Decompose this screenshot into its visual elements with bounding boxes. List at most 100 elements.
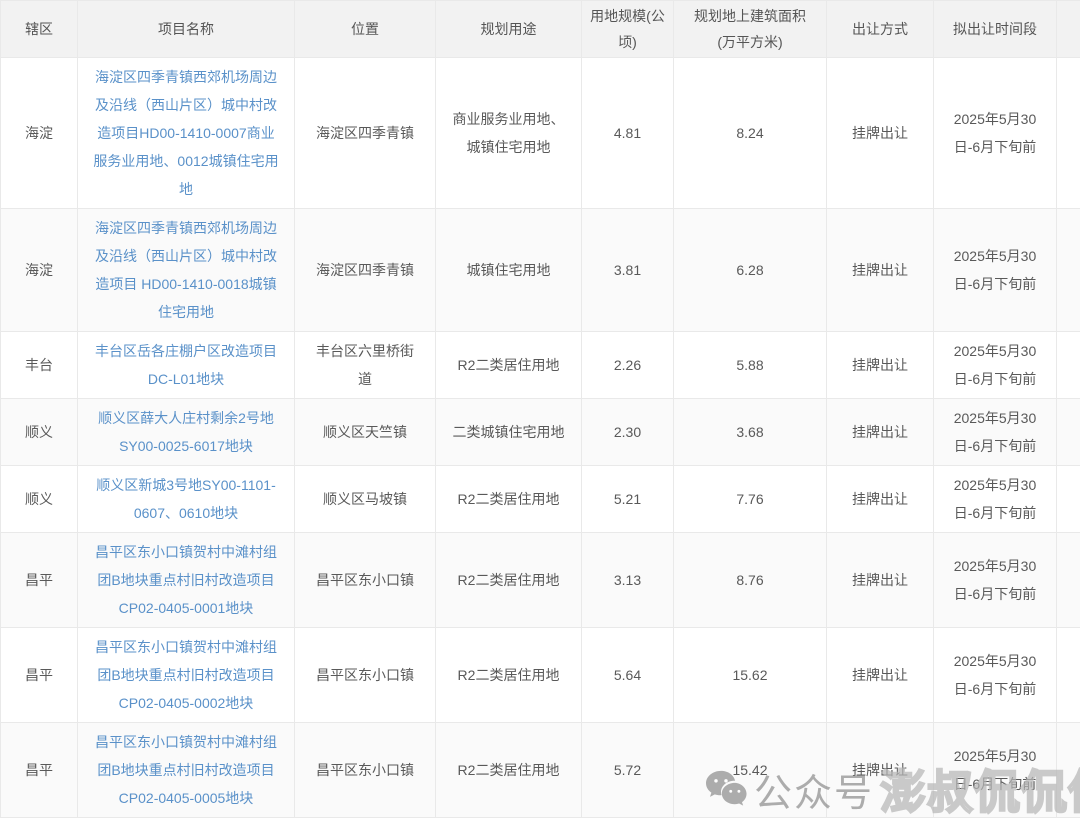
cell-method: 挂牌出让 xyxy=(827,209,934,332)
project-link[interactable]: 昌平区东小口镇贺村中滩村组团B地块重点村旧村改造项目CP02-0405-0002… xyxy=(95,639,277,711)
cell-round: 2025年第五轮 xyxy=(1057,723,1080,818)
cell-method: 挂牌出让 xyxy=(827,399,934,466)
cell-location: 海淀区四季青镇 xyxy=(295,58,436,209)
cell-location: 昌平区东小口镇 xyxy=(295,628,436,723)
column-header-method: 出让方式 xyxy=(827,1,934,58)
project-link[interactable]: 海淀区四季青镇西郊机场周边及沿线（西山片区）城中村改造项目HD00-1410-0… xyxy=(93,69,278,197)
cell-period: 2025年5月30日-6月下旬前 xyxy=(934,628,1057,723)
table-body: 海淀海淀区四季青镇西郊机场周边及沿线（西山片区）城中村改造项目HD00-1410… xyxy=(1,58,1080,818)
cell-gfa: 6.28 xyxy=(674,209,827,332)
cell-period: 2025年5月30日-6月下旬前 xyxy=(934,533,1057,628)
table-row: 昌平昌平区东小口镇贺村中滩村组团B地块重点村旧村改造项目CP02-0405-00… xyxy=(1,628,1080,723)
cell-round: 2025年第五轮 xyxy=(1057,466,1080,533)
cell-area: 3.81 xyxy=(582,209,674,332)
cell-method: 挂牌出让 xyxy=(827,58,934,209)
project-link[interactable]: 海淀区四季青镇西郊机场周边及沿线（西山片区）城中村改造项目 HD00-1410-… xyxy=(95,220,277,320)
cell-gfa: 15.42 xyxy=(674,723,827,818)
cell-gfa: 3.68 xyxy=(674,399,827,466)
column-header-area: 用地规模(公顷) xyxy=(582,1,674,58)
cell-district: 昌平 xyxy=(1,628,78,723)
cell-use: 商业服务业用地、城镇住宅用地 xyxy=(436,58,582,209)
cell-project: 昌平区东小口镇贺村中滩村组团B地块重点村旧村改造项目CP02-0405-0001… xyxy=(78,533,295,628)
project-link[interactable]: 顺义区薛大人庄村剩余2号地SY00-0025-6017地块 xyxy=(98,410,274,454)
cell-use: R2二类居住用地 xyxy=(436,533,582,628)
cell-project: 海淀区四季青镇西郊机场周边及沿线（西山片区）城中村改造项目HD00-1410-0… xyxy=(78,58,295,209)
cell-location: 丰台区六里桥街道 xyxy=(295,332,436,399)
cell-use: R2二类居住用地 xyxy=(436,628,582,723)
cell-project: 丰台区岳各庄棚户区改造项目DC-L01地块 xyxy=(78,332,295,399)
cell-method: 挂牌出让 xyxy=(827,466,934,533)
cell-district: 昌平 xyxy=(1,723,78,818)
table-row: 丰台丰台区岳各庄棚户区改造项目DC-L01地块丰台区六里桥街道R2二类居住用地2… xyxy=(1,332,1080,399)
cell-area: 2.26 xyxy=(582,332,674,399)
column-header-location: 位置 xyxy=(295,1,436,58)
cell-district: 丰台 xyxy=(1,332,78,399)
column-header-use: 规划用途 xyxy=(436,1,582,58)
cell-gfa: 8.24 xyxy=(674,58,827,209)
cell-period: 2025年5月30日-6月下旬前 xyxy=(934,723,1057,818)
cell-period: 2025年5月30日-6月下旬前 xyxy=(934,399,1057,466)
cell-area: 4.81 xyxy=(582,58,674,209)
cell-method: 挂牌出让 xyxy=(827,723,934,818)
cell-district: 海淀 xyxy=(1,209,78,332)
cell-round: 2025年第五轮 xyxy=(1057,533,1080,628)
project-link[interactable]: 丰台区岳各庄棚户区改造项目DC-L01地块 xyxy=(95,343,277,387)
project-link[interactable]: 顺义区新城3号地SY00-1101-0607、0610地块 xyxy=(96,477,275,521)
cell-use: R2二类居住用地 xyxy=(436,723,582,818)
table-row: 顺义顺义区薛大人庄村剩余2号地SY00-0025-6017地块顺义区天竺镇二类城… xyxy=(1,399,1080,466)
table-row: 昌平昌平区东小口镇贺村中滩村组团B地块重点村旧村改造项目CP02-0405-00… xyxy=(1,533,1080,628)
cell-round: 2025年第五轮 xyxy=(1057,209,1080,332)
table-row: 顺义顺义区新城3号地SY00-1101-0607、0610地块顺义区马坡镇R2二… xyxy=(1,466,1080,533)
cell-period: 2025年5月30日-6月下旬前 xyxy=(934,332,1057,399)
cell-period: 2025年5月30日-6月下旬前 xyxy=(934,466,1057,533)
table-header: 辖区项目名称位置规划用途用地规模(公顷)规划地上建筑面积(万平方米)出让方式拟出… xyxy=(1,1,1080,58)
cell-project: 顺义区薛大人庄村剩余2号地SY00-0025-6017地块 xyxy=(78,399,295,466)
project-link[interactable]: 昌平区东小口镇贺村中滩村组团B地块重点村旧村改造项目CP02-0405-0001… xyxy=(95,544,277,616)
cell-gfa: 8.76 xyxy=(674,533,827,628)
cell-area: 5.21 xyxy=(582,466,674,533)
cell-location: 昌平区东小口镇 xyxy=(295,723,436,818)
cell-gfa: 5.88 xyxy=(674,332,827,399)
cell-project: 顺义区新城3号地SY00-1101-0607、0610地块 xyxy=(78,466,295,533)
cell-project: 昌平区东小口镇贺村中滩村组团B地块重点村旧村改造项目CP02-0405-0002… xyxy=(78,628,295,723)
cell-area: 2.30 xyxy=(582,399,674,466)
cell-use: 二类城镇住宅用地 xyxy=(436,399,582,466)
cell-round: 2025年第五轮 xyxy=(1057,399,1080,466)
land-auction-table: 辖区项目名称位置规划用途用地规模(公顷)规划地上建筑面积(万平方米)出让方式拟出… xyxy=(0,0,1080,818)
cell-period: 2025年5月30日-6月下旬前 xyxy=(934,58,1057,209)
column-header-district: 辖区 xyxy=(1,1,78,58)
column-header-gfa: 规划地上建筑面积(万平方米) xyxy=(674,1,827,58)
table-row: 海淀海淀区四季青镇西郊机场周边及沿线（西山片区）城中村改造项目 HD00-141… xyxy=(1,209,1080,332)
cell-gfa: 7.76 xyxy=(674,466,827,533)
cell-round: 2025年第五轮 xyxy=(1057,628,1080,723)
cell-method: 挂牌出让 xyxy=(827,332,934,399)
cell-use: R2二类居住用地 xyxy=(436,466,582,533)
cell-area: 5.72 xyxy=(582,723,674,818)
cell-gfa: 15.62 xyxy=(674,628,827,723)
cell-use: R2二类居住用地 xyxy=(436,332,582,399)
cell-round: 2025年第五轮 xyxy=(1057,58,1080,209)
cell-period: 2025年5月30日-6月下旬前 xyxy=(934,209,1057,332)
cell-method: 挂牌出让 xyxy=(827,628,934,723)
cell-location: 顺义区马坡镇 xyxy=(295,466,436,533)
cell-area: 3.13 xyxy=(582,533,674,628)
table-row: 海淀海淀区四季青镇西郊机场周边及沿线（西山片区）城中村改造项目HD00-1410… xyxy=(1,58,1080,209)
column-header-period: 拟出让时间段 xyxy=(934,1,1057,58)
table-header-row: 辖区项目名称位置规划用途用地规模(公顷)规划地上建筑面积(万平方米)出让方式拟出… xyxy=(1,1,1080,58)
column-header-round: 轮次 xyxy=(1057,1,1080,58)
cell-location: 海淀区四季青镇 xyxy=(295,209,436,332)
column-header-project: 项目名称 xyxy=(78,1,295,58)
table-row: 昌平昌平区东小口镇贺村中滩村组团B地块重点村旧村改造项目CP02-0405-00… xyxy=(1,723,1080,818)
project-link[interactable]: 昌平区东小口镇贺村中滩村组团B地块重点村旧村改造项目CP02-0405-0005… xyxy=(95,734,277,806)
cell-method: 挂牌出让 xyxy=(827,533,934,628)
cell-district: 顺义 xyxy=(1,399,78,466)
cell-project: 海淀区四季青镇西郊机场周边及沿线（西山片区）城中村改造项目 HD00-1410-… xyxy=(78,209,295,332)
cell-location: 顺义区天竺镇 xyxy=(295,399,436,466)
cell-district: 顺义 xyxy=(1,466,78,533)
cell-district: 昌平 xyxy=(1,533,78,628)
cell-area: 5.64 xyxy=(582,628,674,723)
cell-project: 昌平区东小口镇贺村中滩村组团B地块重点村旧村改造项目CP02-0405-0005… xyxy=(78,723,295,818)
cell-round: 2025年第五轮 xyxy=(1057,332,1080,399)
cell-use: 城镇住宅用地 xyxy=(436,209,582,332)
cell-district: 海淀 xyxy=(1,58,78,209)
